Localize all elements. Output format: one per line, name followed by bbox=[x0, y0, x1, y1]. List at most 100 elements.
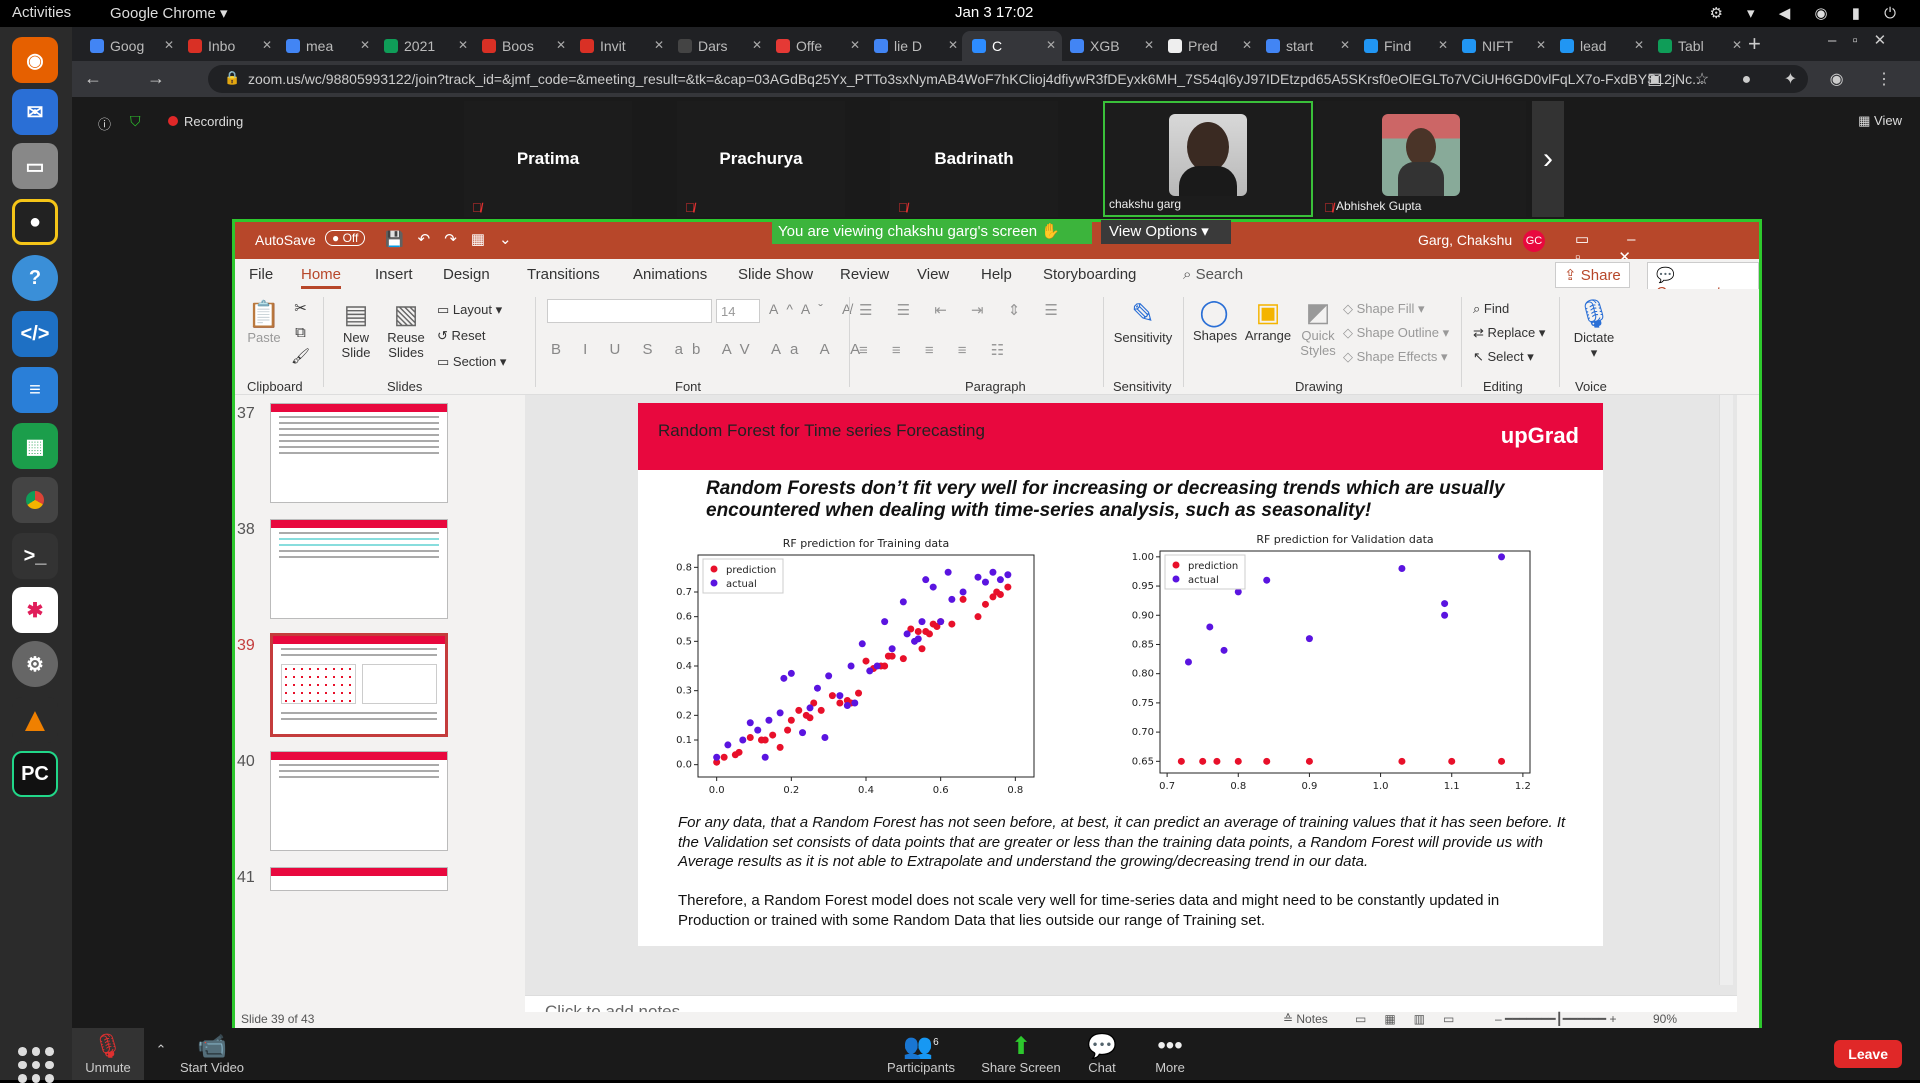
tab-transitions[interactable]: Transitions bbox=[527, 266, 600, 283]
close-tab-icon[interactable]: ✕ bbox=[1536, 38, 1546, 52]
browser-tab[interactable]: Dars ✕ bbox=[668, 31, 768, 61]
slide-paragraph[interactable]: For any data, that a Random Forest has n… bbox=[678, 813, 1568, 872]
slide-paragraph[interactable]: Therefore, a Random Forest model does no… bbox=[678, 891, 1568, 930]
slide-scrollbar[interactable] bbox=[1719, 395, 1733, 985]
slide-headline[interactable]: Random Forests don’t fit very well for i… bbox=[706, 478, 1566, 522]
notes-toggle[interactable]: ≙ Notes bbox=[1283, 1012, 1328, 1026]
close-tab-icon[interactable]: ✕ bbox=[1144, 38, 1154, 52]
slide-title[interactable]: Random Forest for Time series Forecastin… bbox=[658, 421, 985, 441]
list-buttons[interactable]: ☰ ☰ ⇤ ⇥ ⇕ ☰ bbox=[859, 301, 1068, 319]
browser-tab[interactable]: Offe ✕ bbox=[766, 31, 866, 61]
recording-indicator[interactable]: Recording bbox=[168, 114, 243, 129]
browser-tab[interactable]: C ✕ bbox=[962, 31, 1062, 61]
browser-tab[interactable]: 2021 ✕ bbox=[374, 31, 474, 61]
close-tab-icon[interactable]: ✕ bbox=[164, 38, 174, 52]
font-format-buttons[interactable]: B I U S ab AV Aa A A bbox=[551, 341, 869, 358]
align-buttons[interactable]: ≡ ≡ ≡ ≡ ☷ bbox=[859, 341, 1014, 359]
user-name[interactable]: Garg, Chakshu bbox=[1418, 232, 1512, 248]
tab-help[interactable]: Help bbox=[981, 266, 1012, 283]
help-icon[interactable]: ? bbox=[12, 255, 58, 301]
audio-options-chevron-icon[interactable]: ⌃ bbox=[152, 1042, 170, 1058]
start-video-button[interactable]: 📹 Start Video bbox=[172, 1032, 252, 1075]
tab-slide-show[interactable]: Slide Show bbox=[738, 266, 813, 283]
slide-thumbnail[interactable] bbox=[270, 751, 448, 851]
close-tab-icon[interactable]: ✕ bbox=[262, 38, 272, 52]
share-screen-button[interactable]: ⬆ Share Screen bbox=[976, 1032, 1066, 1075]
browser-tab[interactable]: Pred ✕ bbox=[1158, 31, 1258, 61]
browser-tab[interactable]: XGB ✕ bbox=[1060, 31, 1160, 61]
view-button[interactable]: ▦ View bbox=[1858, 113, 1902, 129]
shape-outline-label[interactable]: Shape Outline bbox=[1357, 325, 1439, 340]
rhythmbox-icon[interactable]: ● bbox=[12, 199, 58, 245]
pycharm-icon[interactable]: PC bbox=[12, 751, 58, 797]
new-tab-button[interactable]: + bbox=[1748, 31, 1761, 57]
files-icon[interactable]: ▭ bbox=[12, 143, 58, 189]
quick-styles-button[interactable]: ◩ Quick Styles bbox=[1297, 297, 1339, 358]
close-tab-icon[interactable]: ✕ bbox=[1340, 38, 1350, 52]
reuse-slides-button[interactable]: ▧ Reuse Slides bbox=[385, 299, 427, 360]
tab-file[interactable]: File bbox=[249, 266, 273, 283]
autosave-toggle[interactable]: ● Off bbox=[325, 230, 366, 246]
info-icon[interactable]: ⓘ bbox=[98, 114, 111, 133]
font-size-buttons[interactable]: A^Aˇ A̸ bbox=[769, 301, 859, 317]
font-family-select[interactable] bbox=[547, 299, 712, 323]
browser-tab[interactable]: lead ✕ bbox=[1550, 31, 1650, 61]
close-tab-icon[interactable]: ✕ bbox=[1242, 38, 1252, 52]
zoom-slider[interactable]: – ━━━━━━━┃━━━━━━ + bbox=[1495, 1012, 1617, 1026]
shapes-button[interactable]: ◯ Shapes bbox=[1193, 297, 1237, 343]
close-tab-icon[interactable]: ✕ bbox=[360, 38, 370, 52]
sensitivity-button[interactable]: ✎ Sensitivity bbox=[1113, 297, 1173, 345]
browser-tab[interactable]: mea ✕ bbox=[276, 31, 376, 61]
zoom-level[interactable]: 90% bbox=[1653, 1012, 1677, 1026]
participants-button[interactable]: 👥6 Participants bbox=[876, 1032, 966, 1075]
tab-insert[interactable]: Insert bbox=[375, 266, 413, 283]
select-label[interactable]: Select bbox=[1488, 349, 1524, 364]
firefox-icon[interactable]: ◉ bbox=[12, 37, 58, 83]
close-tab-icon[interactable]: ✕ bbox=[850, 38, 860, 52]
view-options-button[interactable]: View Options ▾ bbox=[1101, 220, 1231, 244]
writer-icon[interactable]: ≡ bbox=[12, 367, 58, 413]
close-tab-icon[interactable]: ✕ bbox=[1046, 38, 1056, 52]
close-tab-icon[interactable]: ✕ bbox=[752, 38, 762, 52]
view-mode-buttons[interactable]: ▭▦▥▭ bbox=[1355, 1012, 1472, 1026]
thunderbird-icon[interactable]: ✉ bbox=[12, 89, 58, 135]
slide-thumbnail-selected[interactable] bbox=[270, 633, 448, 737]
clock[interactable]: Jan 3 17:02 bbox=[955, 4, 1033, 21]
app-menu[interactable]: Google Chrome ▾ bbox=[110, 4, 228, 22]
user-avatar[interactable]: GC bbox=[1523, 230, 1545, 252]
leave-button[interactable]: Leave bbox=[1834, 1040, 1902, 1068]
close-tab-icon[interactable]: ✕ bbox=[458, 38, 468, 52]
tab-home[interactable]: Home bbox=[301, 266, 342, 289]
quick-access-icons[interactable]: 💾↶↷▦⌄ bbox=[385, 230, 526, 248]
vscode-icon[interactable]: </> bbox=[12, 311, 58, 357]
show-apps-icon[interactable] bbox=[18, 1047, 54, 1083]
browser-tab[interactable]: Inbo ✕ bbox=[178, 31, 278, 61]
address-bar[interactable]: 🔒 zoom.us/wc/98805993122/join?track_id=&… bbox=[208, 65, 1808, 93]
find-label[interactable]: Find bbox=[1484, 301, 1509, 316]
browser-tab[interactable]: Tabl ✕ bbox=[1648, 31, 1748, 61]
slide-thumbnail[interactable] bbox=[270, 519, 448, 619]
settings-icon[interactable]: ⚙ bbox=[12, 641, 58, 687]
browser-tab[interactable]: NIFT ✕ bbox=[1452, 31, 1552, 61]
participant-tile[interactable]: Pratima 🎙̸ bbox=[464, 101, 632, 217]
font-size-select[interactable]: 14 bbox=[716, 299, 760, 323]
next-page-button[interactable]: › bbox=[1532, 101, 1564, 217]
tab-animations[interactable]: Animations bbox=[633, 266, 707, 283]
terminal-icon[interactable]: >_ bbox=[12, 533, 58, 579]
search-box[interactable]: ⌕ Search bbox=[1183, 266, 1243, 283]
slide-thumbnail[interactable] bbox=[270, 403, 448, 503]
close-tab-icon[interactable]: ✕ bbox=[1634, 38, 1644, 52]
tab-storyboarding[interactable]: Storyboarding bbox=[1043, 266, 1136, 283]
clipboard-small-icons[interactable]: ✂ ⧉ 🖌 bbox=[291, 297, 310, 369]
unmute-button[interactable]: 🎙 Unmute bbox=[72, 1028, 144, 1080]
window-controls[interactable]: –▫✕ bbox=[1828, 31, 1902, 49]
shield-icon[interactable]: ⛉ bbox=[130, 113, 141, 130]
browser-tab[interactable]: Goog ✕ bbox=[80, 31, 180, 61]
activities-button[interactable]: Activities bbox=[12, 4, 71, 21]
close-tab-icon[interactable]: ✕ bbox=[1438, 38, 1448, 52]
close-tab-icon[interactable]: ✕ bbox=[556, 38, 566, 52]
more-button[interactable]: ••• More bbox=[1140, 1032, 1200, 1075]
reset-label[interactable]: Reset bbox=[452, 328, 486, 343]
participant-tile[interactable]: 🎙̸ Abhishek Gupta bbox=[1316, 101, 1526, 217]
chrome-icon[interactable] bbox=[12, 477, 58, 523]
